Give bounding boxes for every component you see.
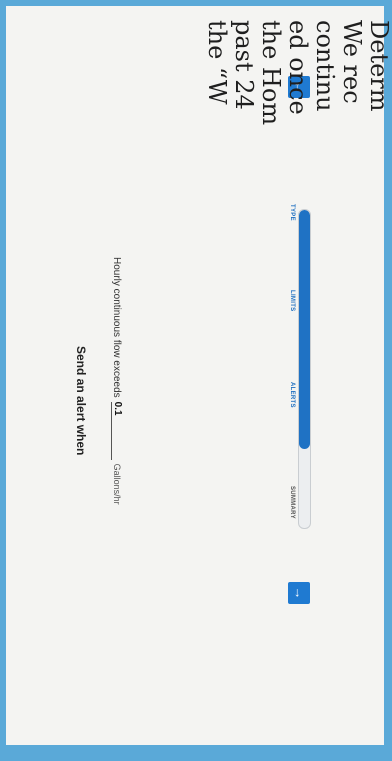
printed-text: Determ We rec continu ed once the Hom pa…	[203, 20, 392, 125]
next-button[interactable]: →	[288, 582, 310, 604]
book-line: continu	[311, 20, 339, 112]
book-line: the “W	[203, 20, 231, 105]
book-line: Determ	[365, 20, 392, 112]
progress-fill	[299, 210, 310, 449]
step-summary: SUMMARY	[289, 486, 295, 519]
step-type: TYPE	[289, 204, 295, 221]
step-labels: TYPE LIMITS ALERTS SUMMARY	[283, 204, 295, 534]
page-title: Send an alert when	[74, 346, 88, 456]
flow-limit-row: Hourly continuous flow exceeds 0.1 Gallo…	[111, 257, 123, 505]
flow-limit-label: Hourly continuous flow exceeds	[111, 257, 123, 398]
book-line: the Hom	[257, 20, 285, 126]
arrow-right-icon: →	[292, 586, 307, 600]
book-line: We rec	[338, 20, 366, 104]
book-line: ed once	[284, 20, 312, 115]
step-limits: LIMITS	[289, 290, 295, 312]
book-line: past 24	[230, 20, 258, 110]
step-progress-bar	[298, 209, 311, 529]
flow-limit-unit: Gallons/hr	[112, 463, 122, 505]
step-alerts: ALERTS	[289, 382, 295, 408]
page: ← TYPE LIMITS ALERTS SUMMARY → Send an a…	[0, 0, 392, 761]
flow-limit-input[interactable]: 0.1	[111, 401, 123, 460]
